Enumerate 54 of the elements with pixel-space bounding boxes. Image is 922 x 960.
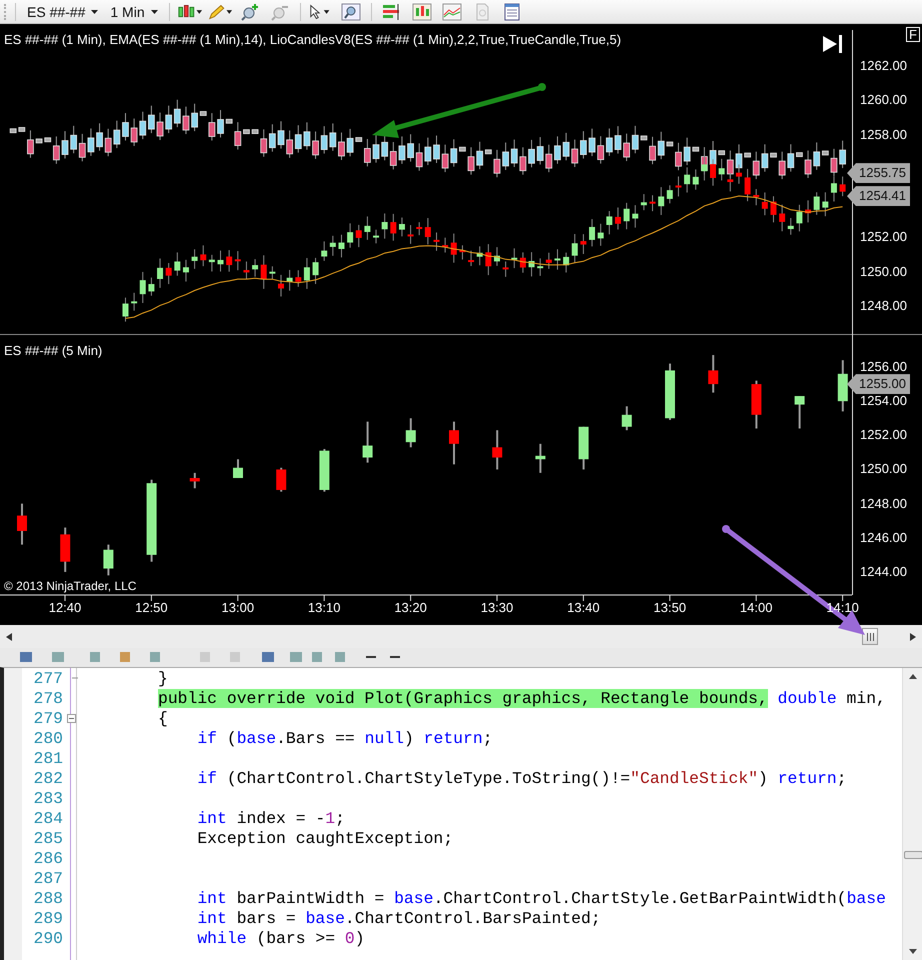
price-label: 1250.00 [860, 461, 907, 478]
interval-dropdown[interactable]: 1 Min [106, 4, 162, 20]
time-label: 12:40 [48, 600, 82, 615]
time-label: 13:30 [480, 600, 514, 615]
code-line: int index = -1; [196, 808, 345, 828]
price-label: 1248.00 [860, 496, 907, 512]
line-number: 281 [32, 748, 63, 768]
line-number: 287 [32, 868, 63, 888]
line-number: 283 [32, 788, 63, 808]
line-number: 279 [32, 708, 63, 728]
price-label: 1260.00 [860, 92, 907, 108]
code-line: } [158, 668, 168, 688]
line-number: 280 [32, 728, 63, 748]
line-number: 290 [32, 928, 63, 948]
price-marker: 1254.41 [847, 186, 910, 206]
time-label: 13:00 [220, 600, 256, 615]
price-label: 1246.00 [860, 530, 907, 546]
price-label: 1250.00 [860, 264, 907, 280]
time-label: 12:50 [134, 600, 169, 615]
time-label: 13:40 [566, 600, 601, 615]
line-number: 285 [32, 828, 63, 848]
price-label: 1252.00 [860, 229, 907, 246]
corner-button[interactable]: F [906, 27, 920, 42]
price-label: 1252.00 [860, 427, 907, 444]
code-line: int barPaintWidth = base.ChartControl.ChartStyle.GetBarPaintWidth(base [196, 888, 886, 908]
line-number: 286 [32, 848, 63, 868]
price-label: 1254.00 [860, 393, 907, 410]
code-line: int bars = base.ChartControl.BarsPainted; [196, 908, 601, 928]
line-number: 289 [32, 908, 63, 928]
price-marker: 1255.00 [847, 374, 910, 394]
line-number: 278 [32, 688, 63, 708]
instrument-dropdown[interactable]: ES ##-## [23, 4, 102, 20]
price-label: 1256.00 [860, 359, 907, 375]
code-line: Exception caughtException; [196, 828, 454, 848]
copyright-text: © 2013 NinjaTrader, LLC [4, 579, 136, 593]
price-label: 1244.00 [860, 564, 907, 580]
chart-legend: ES ##-## (5 Min) [4, 343, 102, 358]
price-label: 1248.00 [860, 298, 907, 314]
time-label: 13:10 [306, 600, 342, 615]
code-line: while (bars >= 0) [196, 928, 365, 948]
line-number: 282 [32, 768, 63, 788]
chart-legend: ES ##-## (1 Min), EMA(ES ##-## (1 Min),14), LioCandlesV8(ES ##-## (1 Min),2,2,True,TrueCandle,True,5) [4, 32, 622, 47]
line-number: 284 [32, 808, 63, 828]
time-label: 14:00 [738, 600, 774, 615]
line-number: 288 [32, 888, 63, 908]
price-marker: 1255.75 [847, 163, 910, 184]
code-line: if (ChartControl.ChartStyleType.ToString()!="CandleStick") return; [196, 768, 847, 788]
price-label: 1258.00 [860, 126, 907, 143]
code-line: if (base.Bars == null) return; [196, 728, 493, 748]
time-label: 13:20 [393, 600, 428, 615]
time-label: 13:50 [652, 600, 688, 615]
price-label: 1262.00 [860, 58, 907, 74]
line-number: 277 [32, 668, 63, 688]
code-line: { [158, 708, 168, 728]
